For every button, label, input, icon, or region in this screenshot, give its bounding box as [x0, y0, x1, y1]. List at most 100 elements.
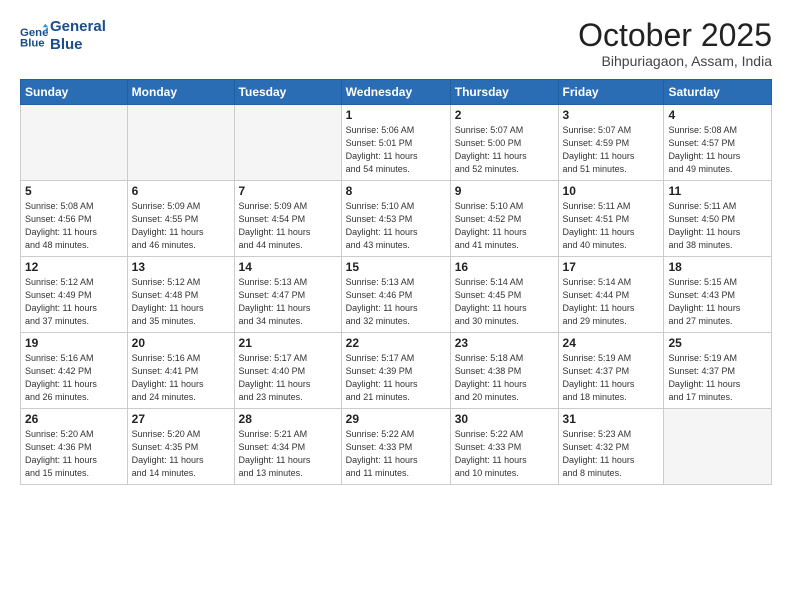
calendar-cell: 22Sunrise: 5:17 AM Sunset: 4:39 PM Dayli…	[341, 333, 450, 409]
logo: General Blue General Blue	[20, 18, 106, 54]
calendar-cell: 16 Sunrise: 5:14 AM Sunset: 4:45 PM Dayli…	[450, 257, 558, 333]
day-number: 6	[132, 184, 230, 198]
calendar-cell	[21, 105, 128, 181]
calendar-cell: 18Sunrise: 5:15 AM Sunset: 4:43 PM Dayli…	[664, 257, 772, 333]
calendar-week-4: 26Sunrise: 5:20 AM Sunset: 4:36 PM Dayli…	[21, 409, 772, 485]
calendar-cell: 7 Sunrise: 5:09 AM Sunset: 4:54 PM Daylig…	[234, 181, 341, 257]
day-number: 5	[25, 184, 123, 198]
calendar-cell: 19 Sunrise: 5:16 AM Sunset: 4:42 PM Dayli…	[21, 333, 128, 409]
calendar-cell: 25Sunrise: 5:19 AM Sunset: 4:37 PM Dayli…	[664, 333, 772, 409]
calendar-cell: 24Sunrise: 5:19 AM Sunset: 4:37 PM Dayli…	[558, 333, 664, 409]
calendar-cell: 6Sunrise: 5:09 AM Sunset: 4:55 PM Daylig…	[127, 181, 234, 257]
day-info: Sunrise: 5:10 AM Sunset: 4:53 PM Dayligh…	[346, 200, 446, 252]
calendar-cell	[234, 105, 341, 181]
calendar-cell: 23 Sunrise: 5:18 AM Sunset: 4:38 PM Dayli…	[450, 333, 558, 409]
calendar-cell: 4 Sunrise: 5:08 AM Sunset: 4:57 PM Daylig…	[664, 105, 772, 181]
calendar-body: 1 Sunrise: 5:06 AM Sunset: 5:01 PM Daylig…	[21, 105, 772, 485]
calendar-cell: 17 Sunrise: 5:14 AM Sunset: 4:44 PM Dayli…	[558, 257, 664, 333]
day-info: Sunrise: 5:07 AM Sunset: 5:00 PM Dayligh…	[455, 124, 554, 176]
day-header-monday: Monday	[127, 80, 234, 105]
month-title: October 2025	[578, 18, 772, 53]
day-info: Sunrise: 5:12 AM Sunset: 4:49 PM Dayligh…	[25, 276, 123, 328]
calendar-cell: 13 Sunrise: 5:12 AM Sunset: 4:48 PM Dayli…	[127, 257, 234, 333]
calendar: SundayMondayTuesdayWednesdayThursdayFrid…	[20, 79, 772, 485]
day-info: Sunrise: 5:23 AM Sunset: 4:32 PM Dayligh…	[563, 428, 660, 480]
day-header-sunday: Sunday	[21, 80, 128, 105]
day-info: Sunrise: 5:14 AM Sunset: 4:45 PM Dayligh…	[455, 276, 554, 328]
calendar-week-1: 5 Sunrise: 5:08 AM Sunset: 4:56 PM Daylig…	[21, 181, 772, 257]
day-header-thursday: Thursday	[450, 80, 558, 105]
calendar-cell: 1 Sunrise: 5:06 AM Sunset: 5:01 PM Daylig…	[341, 105, 450, 181]
calendar-cell: 30 Sunrise: 5:22 AM Sunset: 4:33 PM Dayli…	[450, 409, 558, 485]
day-info: Sunrise: 5:21 AM Sunset: 4:34 PM Dayligh…	[239, 428, 337, 480]
day-info: Sunrise: 5:06 AM Sunset: 5:01 PM Dayligh…	[346, 124, 446, 176]
day-number: 30	[455, 412, 554, 426]
day-info: Sunrise: 5:19 AM Sunset: 4:37 PM Dayligh…	[668, 352, 767, 404]
day-number: 31	[563, 412, 660, 426]
day-info: Sunrise: 5:10 AM Sunset: 4:52 PM Dayligh…	[455, 200, 554, 252]
day-number: 24	[563, 336, 660, 350]
calendar-cell: 8 Sunrise: 5:10 AM Sunset: 4:53 PM Daylig…	[341, 181, 450, 257]
day-info: Sunrise: 5:07 AM Sunset: 4:59 PM Dayligh…	[563, 124, 660, 176]
day-number: 13	[132, 260, 230, 274]
calendar-cell: 9 Sunrise: 5:10 AM Sunset: 4:52 PM Daylig…	[450, 181, 558, 257]
calendar-cell: 31 Sunrise: 5:23 AM Sunset: 4:32 PM Dayli…	[558, 409, 664, 485]
day-info: Sunrise: 5:18 AM Sunset: 4:38 PM Dayligh…	[455, 352, 554, 404]
calendar-week-2: 12 Sunrise: 5:12 AM Sunset: 4:49 PM Dayli…	[21, 257, 772, 333]
page: General Blue General Blue October 2025 B…	[0, 0, 792, 612]
day-number: 8	[346, 184, 446, 198]
day-number: 3	[563, 108, 660, 122]
day-info: Sunrise: 5:13 AM Sunset: 4:46 PM Dayligh…	[346, 276, 446, 328]
day-info: Sunrise: 5:11 AM Sunset: 4:50 PM Dayligh…	[668, 200, 767, 252]
day-number: 19	[25, 336, 123, 350]
day-number: 28	[239, 412, 337, 426]
day-info: Sunrise: 5:12 AM Sunset: 4:48 PM Dayligh…	[132, 276, 230, 328]
day-number: 14	[239, 260, 337, 274]
calendar-header-row: SundayMondayTuesdayWednesdayThursdayFrid…	[21, 80, 772, 105]
day-info: Sunrise: 5:08 AM Sunset: 4:57 PM Dayligh…	[668, 124, 767, 176]
day-info: Sunrise: 5:13 AM Sunset: 4:47 PM Dayligh…	[239, 276, 337, 328]
day-number: 7	[239, 184, 337, 198]
calendar-cell: 5 Sunrise: 5:08 AM Sunset: 4:56 PM Daylig…	[21, 181, 128, 257]
day-number: 9	[455, 184, 554, 198]
day-number: 15	[346, 260, 446, 274]
logo-line1: General	[50, 18, 106, 36]
day-number: 16	[455, 260, 554, 274]
day-info: Sunrise: 5:16 AM Sunset: 4:41 PM Dayligh…	[132, 352, 230, 404]
calendar-cell: 12 Sunrise: 5:12 AM Sunset: 4:49 PM Dayli…	[21, 257, 128, 333]
calendar-cell	[664, 409, 772, 485]
day-info: Sunrise: 5:08 AM Sunset: 4:56 PM Dayligh…	[25, 200, 123, 252]
day-info: Sunrise: 5:22 AM Sunset: 4:33 PM Dayligh…	[455, 428, 554, 480]
day-info: Sunrise: 5:16 AM Sunset: 4:42 PM Dayligh…	[25, 352, 123, 404]
day-header-tuesday: Tuesday	[234, 80, 341, 105]
calendar-cell: 15 Sunrise: 5:13 AM Sunset: 4:46 PM Dayli…	[341, 257, 450, 333]
day-number: 22	[346, 336, 446, 350]
day-number: 2	[455, 108, 554, 122]
logo-icon: General Blue	[20, 22, 48, 50]
day-number: 10	[563, 184, 660, 198]
logo-line2: Blue	[50, 36, 106, 54]
calendar-cell: 14 Sunrise: 5:13 AM Sunset: 4:47 PM Dayli…	[234, 257, 341, 333]
calendar-cell: 20Sunrise: 5:16 AM Sunset: 4:41 PM Dayli…	[127, 333, 234, 409]
day-info: Sunrise: 5:14 AM Sunset: 4:44 PM Dayligh…	[563, 276, 660, 328]
day-info: Sunrise: 5:20 AM Sunset: 4:35 PM Dayligh…	[132, 428, 230, 480]
calendar-cell: 29Sunrise: 5:22 AM Sunset: 4:33 PM Dayli…	[341, 409, 450, 485]
day-number: 11	[668, 184, 767, 198]
day-number: 1	[346, 108, 446, 122]
calendar-cell: 10Sunrise: 5:11 AM Sunset: 4:51 PM Dayli…	[558, 181, 664, 257]
calendar-cell	[127, 105, 234, 181]
day-info: Sunrise: 5:20 AM Sunset: 4:36 PM Dayligh…	[25, 428, 123, 480]
day-header-wednesday: Wednesday	[341, 80, 450, 105]
day-header-saturday: Saturday	[664, 80, 772, 105]
day-info: Sunrise: 5:09 AM Sunset: 4:54 PM Dayligh…	[239, 200, 337, 252]
day-header-friday: Friday	[558, 80, 664, 105]
day-number: 17	[563, 260, 660, 274]
day-number: 12	[25, 260, 123, 274]
day-number: 21	[239, 336, 337, 350]
calendar-week-0: 1 Sunrise: 5:06 AM Sunset: 5:01 PM Daylig…	[21, 105, 772, 181]
calendar-cell: 2 Sunrise: 5:07 AM Sunset: 5:00 PM Daylig…	[450, 105, 558, 181]
title-block: October 2025 Bihpuriagaon, Assam, India	[578, 18, 772, 69]
calendar-week-3: 19 Sunrise: 5:16 AM Sunset: 4:42 PM Dayli…	[21, 333, 772, 409]
day-number: 4	[668, 108, 767, 122]
day-number: 23	[455, 336, 554, 350]
